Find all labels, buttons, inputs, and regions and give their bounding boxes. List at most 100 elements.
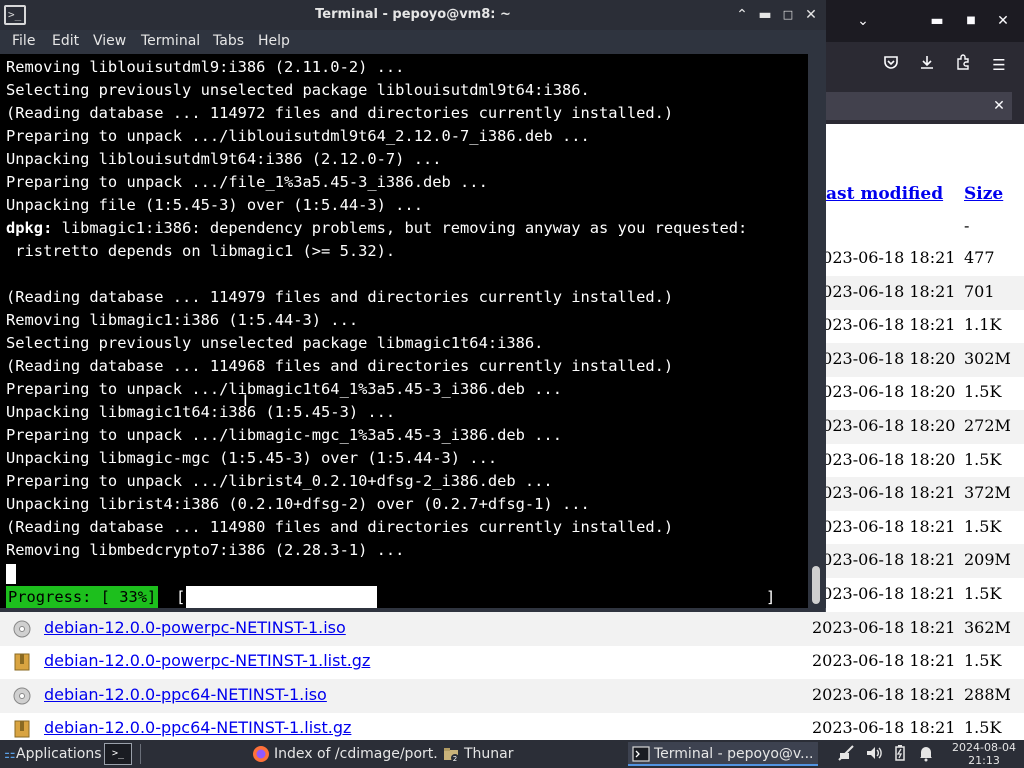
progress-label: Progress: [ 33%] <box>6 586 159 608</box>
terminal-icon <box>632 745 650 763</box>
scrollbar-thumb[interactable] <box>812 566 820 604</box>
terminal-line: Unpacking libmagic-mgc (1:5.45-3) over (… <box>6 449 498 467</box>
menu-tabs[interactable]: Tabs <box>213 33 244 49</box>
terminal-line: (Reading database ... 114968 files and d… <box>6 357 674 375</box>
terminal-line: Preparing to unpack .../libmagic1t64_1%3… <box>6 380 562 398</box>
file-date: 2023-06-18 18:21 <box>812 584 956 603</box>
header-last-modified[interactable]: ast modified <box>826 184 943 204</box>
terminal-line: (Reading database ... 114979 files and d… <box>6 288 674 306</box>
table-row: debian-12.0.0-powerpc-NETINST-1.list.gz 2… <box>0 645 1024 679</box>
file-size: 1.5K <box>964 516 1002 536</box>
file-size: 372M <box>964 483 1011 503</box>
maximize-icon[interactable]: ■ <box>958 8 984 34</box>
taskbar-window-browser[interactable]: Index of /cdimage/port... <box>248 742 438 766</box>
file-date: 2023-06-18 18:21 <box>812 516 956 536</box>
chevron-down-icon[interactable]: ⌄ <box>850 8 876 34</box>
applications-icon: ⚏ <box>4 747 16 762</box>
file-date: 2023-06-18 18:21 <box>812 483 956 503</box>
text-cursor <box>6 564 16 584</box>
menu-view[interactable]: View <box>93 33 126 49</box>
pocket-icon[interactable] <box>878 52 904 78</box>
close-icon[interactable]: ✕ <box>990 8 1016 34</box>
file-size: 302M <box>964 348 1011 368</box>
progress-bracket-close: ] <box>766 588 776 606</box>
terminal-line: Selecting previously unselected package … <box>6 334 544 352</box>
table-row: debian-12.0.0-ppc64-NETINST-1.iso 2023-06… <box>0 678 1024 713</box>
terminal-line: Unpacking liblouisutdml9t64:i386 (2.12.0… <box>6 150 442 168</box>
thunar-icon: 2 <box>442 745 460 763</box>
menu-terminal[interactable]: Terminal <box>141 33 200 49</box>
file-date: 2023-06-18 18:20 <box>812 382 956 402</box>
progress-bar-fill <box>186 586 378 608</box>
extensions-icon[interactable] <box>950 52 976 78</box>
file-size: 701 <box>964 281 995 301</box>
battery-icon[interactable] <box>890 744 910 764</box>
network-icon[interactable] <box>836 744 856 764</box>
menu-help[interactable]: Help <box>258 33 290 49</box>
file-size: 1.5K <box>964 584 1002 603</box>
maximize-icon[interactable]: □ <box>777 4 799 26</box>
close-icon[interactable]: ✕ <box>986 92 1012 120</box>
taskbar-window-terminal[interactable]: Terminal - pepoyo@v... <box>628 742 818 766</box>
file-date: 2023-06-18 18:21 <box>812 281 956 301</box>
taskbar-separator <box>140 744 141 764</box>
terminal-output[interactable]: Removing liblouisutdml9:i386 (2.11.0-2) … <box>0 54 808 608</box>
minimize-icon[interactable]: ▬ <box>754 4 776 26</box>
clock-time: 21:13 <box>968 754 1000 767</box>
terminal-line: Unpacking libmagic1t64:i386 (1:5.45-3) .… <box>6 403 396 421</box>
file-date: 2023-06-18 18:21 <box>812 315 956 335</box>
terminal-window: >_ Terminal - pepoyo@vm8: ~ ⌃ ▬ □ ✕ File… <box>0 0 826 612</box>
menu-edit[interactable]: Edit <box>52 33 79 49</box>
parent-size: - <box>964 216 970 235</box>
file-size: 209M <box>964 550 1011 570</box>
firefox-icon <box>252 745 270 763</box>
terminal-line: Unpacking librist4:i386 (0.2.10+dfsg-2) … <box>6 495 590 513</box>
file-link[interactable]: debian-12.0.0-ppc64-NETINST-1.list.gz <box>44 718 351 737</box>
browser-toolbar: ☰ <box>826 42 1024 88</box>
clock-date: 2024-08-04 <box>952 741 1016 754</box>
file-size: 272M <box>964 416 1011 435</box>
terminal-titlebar[interactable]: >_ Terminal - pepoyo@vm8: ~ ⌃ ▬ □ ✕ <box>0 0 826 30</box>
progress-bracket-open: [ <box>176 588 186 606</box>
file-date: 2023-06-18 18:21 <box>812 684 956 704</box>
file-link[interactable]: debian-12.0.0-powerpc-NETINST-1.iso <box>44 618 346 637</box>
applications-menu[interactable]: ⚏Applications <box>4 744 102 764</box>
terminal-line: Selecting previously unselected package … <box>6 81 590 99</box>
file-date: 2023-06-18 18:21 <box>812 617 956 637</box>
terminal-line: Preparing to unpack .../librist4_0.2.10+… <box>6 472 553 490</box>
notification-bell-icon[interactable] <box>916 744 936 764</box>
terminal-line: Removing libmagic1:i386 (1:5.44-3) ... <box>6 311 359 329</box>
terminal-line-dpkg: dpkg: libmagic1:i386: dependency problem… <box>6 217 747 240</box>
chevron-up-icon[interactable]: ⌃ <box>731 4 753 26</box>
svg-text:2: 2 <box>453 755 457 763</box>
file-link[interactable]: debian-12.0.0-ppc64-NETINST-1.iso <box>44 685 327 704</box>
taskbar: ⚏Applications >_ Index of /cdimage/port.… <box>0 740 1024 768</box>
menu-file[interactable]: File <box>12 33 35 49</box>
taskbar-window-label: Terminal - pepoyo@v... <box>654 746 814 762</box>
terminal-line: Unpacking file (1:5.45-3) over (1:5.44-3… <box>6 196 423 214</box>
file-link[interactable]: debian-12.0.0-powerpc-NETINST-1.list.gz <box>44 651 370 670</box>
file-size: 1.5K <box>964 718 1002 738</box>
minimize-icon[interactable]: ▬ <box>924 8 950 34</box>
file-date: 2023-06-18 18:21 <box>812 651 956 671</box>
archive-icon <box>12 719 32 739</box>
hamburger-menu-icon[interactable]: ☰ <box>986 52 1012 78</box>
dpkg-message: libmagic1:i386: dependency problems, but… <box>52 219 748 237</box>
taskbar-window-thunar[interactable]: 2 Thunar <box>438 742 628 766</box>
terminal-launcher-icon[interactable]: >_ <box>104 743 132 765</box>
notification-panel: ✕ <box>826 92 1012 120</box>
terminal-line: Removing libmbedcrypto7:i386 (2.28.3-1) … <box>6 541 405 559</box>
clock[interactable]: 2024-08-04 21:13 <box>946 741 1022 767</box>
close-icon[interactable]: ✕ <box>800 4 822 26</box>
terminal-scrollbar[interactable] <box>808 54 826 608</box>
taskbar-window-label: Thunar <box>464 746 514 762</box>
table-row: debian-12.0.0-powerpc-NETINST-1.iso 2023-… <box>0 611 1024 646</box>
file-date: 2023-06-18 18:20 <box>812 416 956 435</box>
file-date: 2023-06-18 18:21 <box>812 550 956 570</box>
header-size[interactable]: Size <box>964 184 1003 204</box>
applications-label: Applications <box>16 746 102 762</box>
file-size: 288M <box>964 684 1011 704</box>
disc-icon <box>12 686 32 706</box>
volume-icon[interactable] <box>864 744 884 764</box>
download-icon[interactable] <box>914 52 940 78</box>
